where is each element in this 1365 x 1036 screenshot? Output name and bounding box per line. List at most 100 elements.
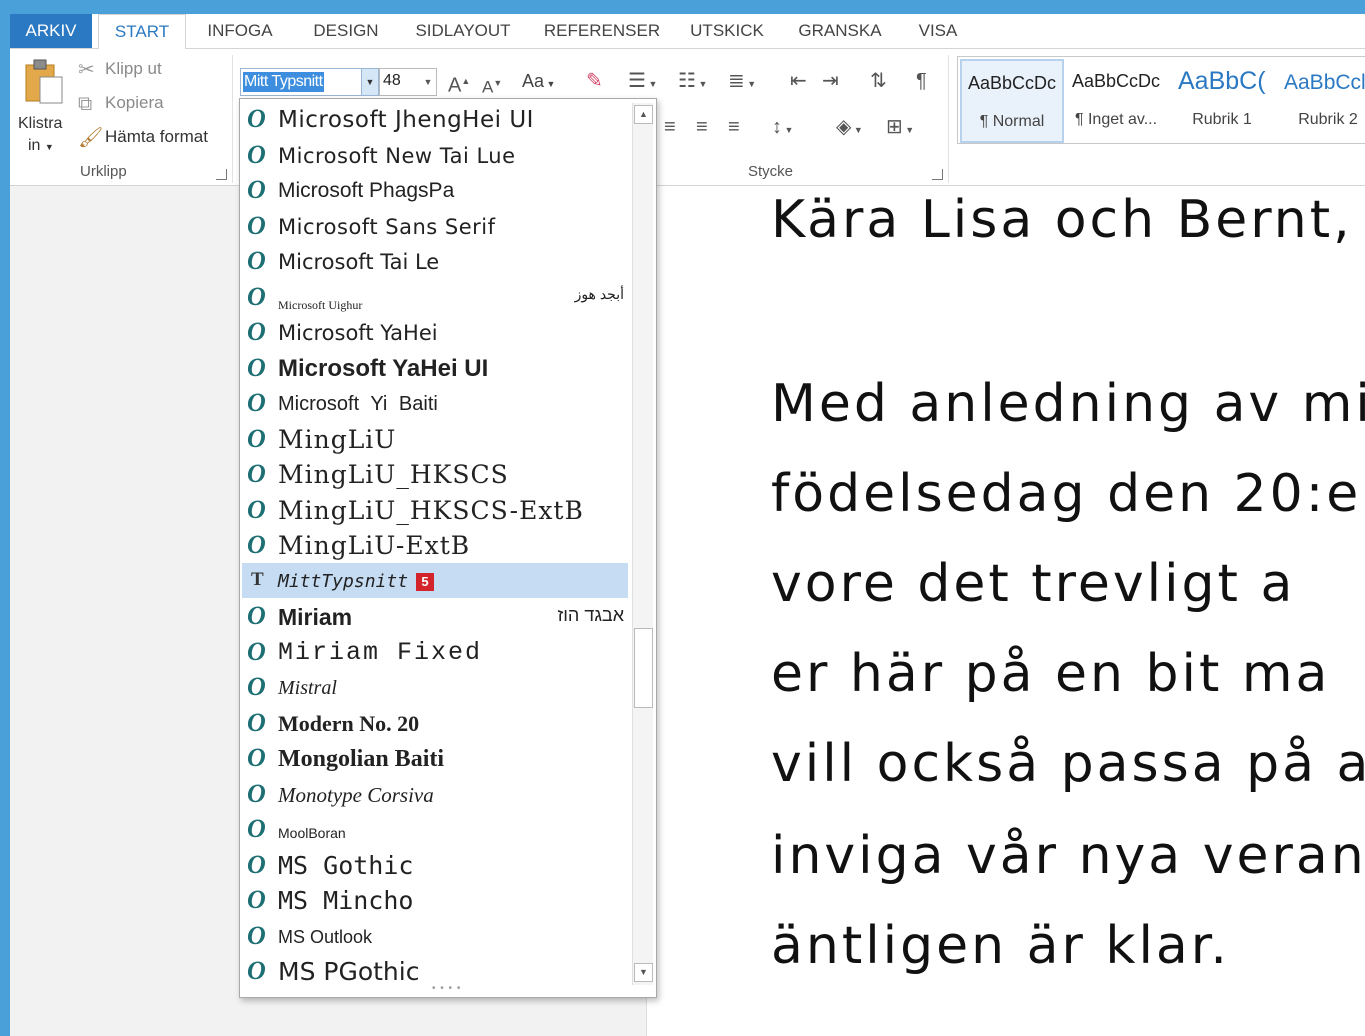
font-name-value[interactable]: Mitt Typsnitt (243, 72, 324, 92)
font-list-item[interactable]: O Microsoft YaHei UI (242, 350, 628, 385)
tab-infoga[interactable]: INFOGA (200, 14, 280, 48)
paragraph-group-label: Stycke (748, 163, 794, 180)
bullets-icon[interactable]: ☰ ▼ (628, 71, 657, 94)
font-list-item[interactable]: O Microsoft Uighur أبجد هوز (242, 279, 628, 314)
font-list-item[interactable]: O Modern No. 20 (242, 705, 628, 740)
font-list-item[interactable]: O MoolBoran (242, 811, 628, 846)
scroll-up-icon[interactable]: ▲ (634, 105, 653, 124)
scrollbar-thumb[interactable] (634, 628, 653, 708)
tab-design[interactable]: DESIGN (306, 14, 386, 48)
grow-font-icon[interactable]: A▲ (448, 71, 470, 96)
chevron-down-icon[interactable]: ▼ (420, 69, 436, 95)
document-line[interactable]: vore det trevligt a (771, 554, 1295, 614)
font-name-text: Microsoft Yi Baiti (278, 393, 438, 415)
font-list-item[interactable]: O MingLiU-ExtB (242, 527, 628, 562)
numbering-icon[interactable]: ☷ ▼ (678, 71, 707, 94)
style-heading-2[interactable]: AaBbCcl Rubrik 2 (1278, 59, 1365, 139)
font-name-text: MS PGothic (278, 957, 420, 986)
document-line[interactable]: vill också passa på a (771, 734, 1365, 794)
font-size-value[interactable]: 48 (383, 72, 401, 90)
opentype-icon: O (247, 885, 266, 914)
opentype-icon: O (247, 707, 266, 737)
style-normal[interactable]: AaBbCcDc ¶ Normal (960, 59, 1064, 143)
style-no-spacing[interactable]: AaBbCcDc ¶ Inget av... (1066, 59, 1166, 139)
sort-icon[interactable]: ⇅ (870, 71, 887, 91)
clipboard-launcher-icon[interactable] (216, 169, 227, 180)
font-name-text: MS Gothic (278, 850, 414, 880)
tab-utskick[interactable]: UTSKICK (682, 14, 772, 48)
opentype-icon: O (247, 281, 266, 311)
borders-icon[interactable]: ⊞ ▼ (886, 117, 914, 140)
font-name-text: MingLiU_HKSCS-ExtB (278, 495, 584, 525)
font-list-item[interactable]: O MingLiU_HKSCS (242, 456, 628, 491)
opentype-icon: O (247, 139, 266, 169)
font-list-item[interactable]: O Microsoft Tai Le (242, 243, 628, 278)
document-line[interactable]: födelsedag den 20:e (771, 464, 1361, 524)
font-list-item[interactable]: O MS Outlook (242, 918, 628, 953)
align-left-icon[interactable]: ≡ (664, 117, 676, 137)
change-case-button[interactable]: Aa ▼ (522, 71, 555, 92)
font-name-box[interactable]: Mitt Typsnitt ▼ (240, 68, 379, 96)
tab-granska[interactable]: GRANSKA (792, 14, 888, 48)
style-preview: AaBbCcl (1284, 71, 1365, 94)
chevron-down-icon[interactable]: ▼ (361, 69, 378, 95)
tab-start[interactable]: START (98, 14, 186, 50)
style-preview: AaBbCcDc (1072, 71, 1161, 91)
font-list-item[interactable]: O Mistral (242, 669, 628, 704)
opentype-icon: O (247, 317, 266, 346)
font-list-item[interactable]: O MingLiU (242, 421, 628, 456)
font-list-item[interactable]: O Mongolian Baiti (242, 740, 628, 775)
font-name: MS PGothic (278, 958, 419, 986)
line-spacing-icon[interactable]: ↕ ▼ (772, 117, 793, 140)
decrease-indent-icon[interactable]: ⇤ (790, 71, 807, 91)
font-list-item[interactable]: O Miriam אבגד הוז (242, 598, 628, 633)
font-name: MoolBoran (278, 819, 346, 847)
font-list-item[interactable]: O Miriam Fixed (242, 634, 628, 669)
opentype-icon: O (247, 601, 266, 630)
opentype-icon: O (247, 459, 266, 488)
tab-visa[interactable]: VISA (908, 14, 968, 48)
font-name-text: MittTypsnitt (278, 570, 409, 592)
tab-referenser[interactable]: REFERENSER (542, 14, 662, 48)
justify-icon[interactable]: ≡ (728, 117, 740, 137)
font-list-item[interactable]: O MingLiU_HKSCS-ExtB (242, 492, 628, 527)
shrink-font-icon[interactable]: A▼ (482, 73, 502, 98)
font-size-box[interactable]: 48 ▼ (379, 68, 437, 96)
font-name: Mongolian Baiti (278, 745, 444, 773)
clear-formatting-icon[interactable]: ✎ (586, 71, 603, 91)
font-list-item[interactable]: O Microsoft JhengHei UI (242, 101, 628, 136)
paste-button[interactable]: Klistra in ▼ (14, 53, 70, 154)
clipboard-group-label: Urklipp (80, 163, 127, 180)
font-list-item[interactable]: T MittTypsnitt 5 (242, 562, 628, 598)
font-list-item[interactable]: O Monotype Corsiva (242, 776, 628, 811)
scrollbar[interactable]: ▲ ▼ (632, 103, 653, 985)
font-list-item[interactable]: O Microsoft PhagsPa (242, 172, 628, 207)
font-list-item[interactable]: O Microsoft YaHei (242, 314, 628, 349)
paragraph-launcher-icon[interactable] (932, 169, 943, 180)
font-list-item[interactable]: O Microsoft Sans Serif (242, 208, 628, 243)
pilcrow-icon[interactable]: ¶ (916, 71, 927, 91)
document-page[interactable]: Kära Lisa och Bernt, Med anledning av mi… (646, 186, 1365, 1036)
document-line[interactable]: Med anledning av mi (771, 374, 1365, 434)
font-list-item[interactable]: O MS Mincho (242, 882, 628, 917)
document-line[interactable]: äntligen är klar. (771, 916, 1230, 976)
document-line[interactable]: Kära Lisa och Bernt, (771, 190, 1353, 250)
scissors-icon: ✂ (78, 59, 95, 81)
copy-icon: ⧉ (78, 93, 93, 115)
font-list-item[interactable]: O Microsoft New Tai Lue (242, 137, 628, 172)
font-list-item[interactable]: O MS Gothic (242, 847, 628, 882)
font-name: Miriam Fixed (278, 638, 482, 667)
multilevel-list-icon[interactable]: ≣ ▼ (728, 71, 756, 94)
font-name: Monotype Corsiva (278, 781, 434, 809)
align-center-icon[interactable]: ≡ (696, 117, 708, 137)
tab-arkiv[interactable]: ARKIV (10, 14, 92, 48)
increase-indent-icon[interactable]: ⇥ (822, 71, 839, 91)
tab-sidlayout[interactable]: SIDLAYOUT (408, 14, 518, 48)
resize-grip-icon[interactable]: • • • • (432, 983, 461, 994)
document-line[interactable]: inviga vår nya verand (771, 826, 1365, 886)
shading-icon[interactable]: ◈ ▼ (836, 117, 863, 140)
document-line[interactable]: er här på en bit ma (771, 644, 1330, 704)
scroll-down-icon[interactable]: ▼ (634, 963, 653, 982)
style-heading-1[interactable]: AaBbC( Rubrik 1 (1172, 59, 1272, 139)
font-list-item[interactable]: O Microsoft Yi Baiti (242, 385, 628, 420)
